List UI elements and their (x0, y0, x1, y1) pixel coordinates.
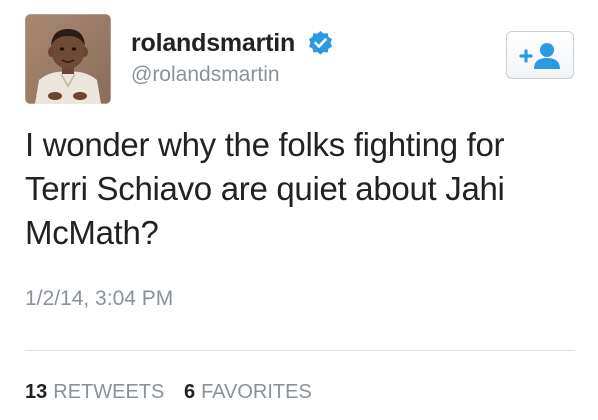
tweet-timestamp[interactable]: 1/2/14, 3:04 PM (25, 287, 173, 311)
follow-button[interactable] (506, 31, 574, 79)
tweet-text-line: I wonder why the folks fighting for (25, 126, 505, 163)
avatar-photo (25, 14, 111, 104)
tweet-text-line: Terri Schiavo are quiet about Jahi (25, 170, 505, 207)
user-handle[interactable]: @rolandsmartin (131, 63, 280, 87)
favorites-stat[interactable]: 6 FAVORITES (184, 381, 312, 404)
favorites-label: FAVORITES (201, 381, 312, 403)
tweet-text-line: McMath? (25, 214, 159, 251)
tweet-text: I wonder why the folks fighting for Terr… (25, 123, 585, 255)
avatar[interactable] (25, 14, 111, 104)
user-display-name[interactable]: rolandsmartin (131, 29, 295, 58)
follow-user-icon (519, 43, 560, 69)
divider (25, 350, 575, 351)
retweets-label: RETWEETS (53, 381, 165, 403)
tweet-card: rolandsmartin @rolandsmartin I wonder wh… (0, 0, 598, 420)
tweet-stats: 13 RETWEETS 6 FAVORITES (25, 381, 312, 404)
favorites-count: 6 (183, 381, 196, 403)
retweets-stat[interactable]: 13 RETWEETS (25, 381, 164, 404)
verified-badge-icon (307, 30, 334, 57)
retweets-count: 13 (25, 381, 48, 403)
